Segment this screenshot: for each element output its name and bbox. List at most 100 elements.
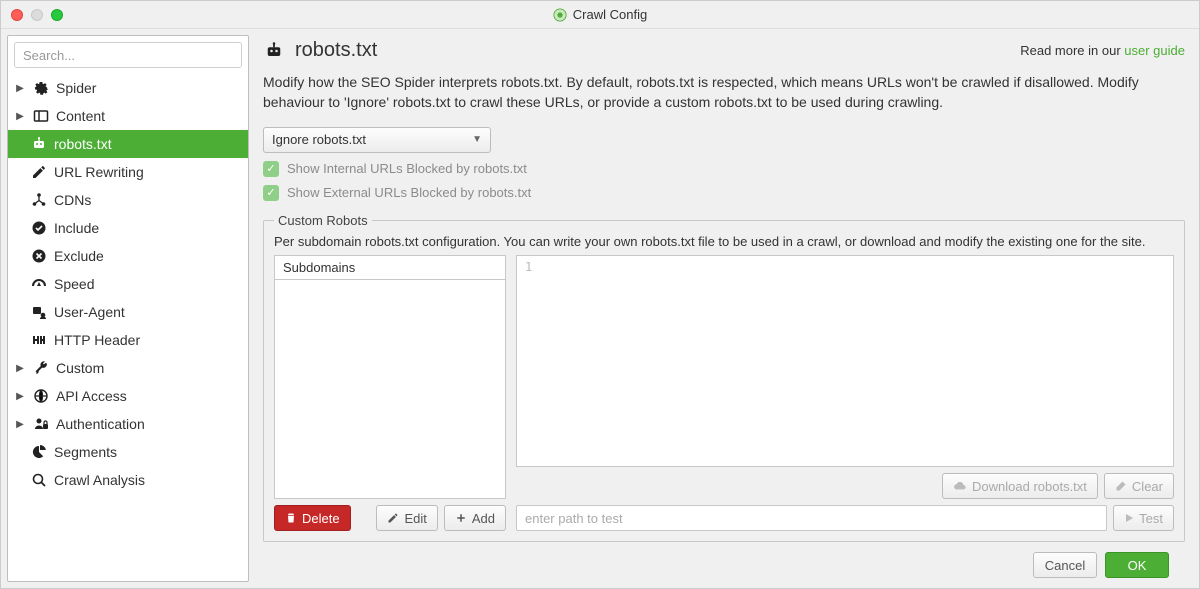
- cloud-download-icon: [953, 480, 967, 492]
- checkbox-label: Show External URLs Blocked by robots.txt: [287, 185, 531, 200]
- test-row: Test: [516, 505, 1174, 531]
- editor-toolbar: Download robots.txt Clear: [516, 473, 1174, 499]
- sidebar-item-content[interactable]: ▶ Content: [8, 102, 248, 130]
- checkbox-checked-icon: ✓: [263, 161, 279, 177]
- chevron-right-icon: ▶: [14, 419, 26, 430]
- subdomains-toolbar: Delete Edit Add: [274, 505, 506, 531]
- chevron-right-icon: ▶: [14, 83, 26, 94]
- check-circle-icon: [30, 219, 48, 237]
- checkbox-checked-icon: ✓: [263, 185, 279, 201]
- gauge-icon: [30, 275, 48, 293]
- footer: Cancel OK: [263, 542, 1185, 588]
- page-description: Modify how the SEO Spider interprets rob…: [263, 72, 1185, 113]
- subdomains-list[interactable]: Subdomains: [274, 255, 506, 499]
- show-external-checkbox-row[interactable]: ✓ Show External URLs Blocked by robots.t…: [263, 185, 1185, 201]
- button-label: OK: [1128, 558, 1147, 573]
- sidebar-item-label: User-Agent: [54, 304, 125, 320]
- sidebar: ▶ Spider ▶ Content robots.txt URL Rewrit…: [7, 35, 249, 582]
- body: ▶ Spider ▶ Content robots.txt URL Rewrit…: [1, 29, 1199, 588]
- play-icon: [1124, 513, 1134, 523]
- add-button[interactable]: Add: [444, 505, 506, 531]
- sidebar-item-label: URL Rewriting: [54, 164, 144, 180]
- page-title-text: robots.txt: [295, 39, 377, 62]
- robots-editor[interactable]: 1: [516, 255, 1174, 467]
- button-label: Add: [472, 511, 495, 526]
- minimize-window-button[interactable]: [31, 9, 43, 21]
- readmore-prefix: Read more in our: [1020, 43, 1124, 58]
- sidebar-item-speed[interactable]: Speed: [8, 270, 248, 298]
- page-header: robots.txt Read more in our user guide: [263, 39, 1185, 62]
- download-robots-button[interactable]: Download robots.txt: [942, 473, 1098, 499]
- chevron-right-icon: ▶: [14, 363, 26, 374]
- sidebar-item-label: Speed: [54, 276, 94, 292]
- traffic-lights: [1, 9, 63, 21]
- search-icon: [30, 471, 48, 489]
- button-label: Test: [1139, 511, 1163, 526]
- sidebar-item-http-header[interactable]: HTTP Header: [8, 326, 248, 354]
- sidebar-item-cdns[interactable]: CDNs: [8, 186, 248, 214]
- window-title: Crawl Config: [1, 7, 1199, 22]
- sidebar-item-label: Segments: [54, 444, 117, 460]
- sidebar-item-spider[interactable]: ▶ Spider: [8, 74, 248, 102]
- app-icon: [553, 8, 567, 22]
- test-button[interactable]: Test: [1113, 505, 1174, 531]
- crawl-config-window: Crawl Config ▶ Spider ▶ Content: [0, 0, 1200, 589]
- sidebar-item-authentication[interactable]: ▶ Authentication: [8, 410, 248, 438]
- editor-line-number: 1: [525, 260, 532, 274]
- sidebar-item-exclude[interactable]: Exclude: [8, 242, 248, 270]
- search-input[interactable]: [14, 42, 242, 68]
- plus-icon: [455, 512, 467, 524]
- sidebar-item-robots[interactable]: robots.txt: [8, 130, 248, 158]
- readmore: Read more in our user guide: [1020, 43, 1185, 58]
- edit-icon: [30, 163, 48, 181]
- clear-button[interactable]: Clear: [1104, 473, 1174, 499]
- fieldset-legend: Custom Robots: [274, 213, 372, 228]
- custom-robots-grid: Subdomains Delete Edit: [274, 255, 1174, 531]
- pie-icon: [30, 443, 48, 461]
- lock-user-icon: [32, 415, 50, 433]
- nav: ▶ Spider ▶ Content robots.txt URL Rewrit…: [8, 74, 248, 581]
- sidebar-item-label: Crawl Analysis: [54, 472, 145, 488]
- delete-button[interactable]: Delete: [274, 505, 351, 531]
- sidebar-item-segments[interactable]: Segments: [8, 438, 248, 466]
- sidebar-item-url-rewriting[interactable]: URL Rewriting: [8, 158, 248, 186]
- trash-icon: [285, 512, 297, 524]
- sidebar-item-api-access[interactable]: ▶ API Access: [8, 382, 248, 410]
- sidebar-item-custom[interactable]: ▶ Custom: [8, 354, 248, 382]
- x-circle-icon: [30, 247, 48, 265]
- edit-button[interactable]: Edit: [376, 505, 437, 531]
- custom-robots-fieldset: Custom Robots Per subdomain robots.txt c…: [263, 213, 1185, 542]
- subdomains-column: Subdomains Delete Edit: [274, 255, 506, 531]
- robots-mode-dropdown[interactable]: Ignore robots.txt ▼: [263, 127, 491, 153]
- custom-robots-desc: Per subdomain robots.txt configuration. …: [274, 234, 1174, 249]
- test-path-input[interactable]: [516, 505, 1107, 531]
- close-window-button[interactable]: [11, 9, 23, 21]
- sidebar-item-label: Include: [54, 220, 99, 236]
- subdomains-header: Subdomains: [275, 256, 505, 280]
- button-label: Delete: [302, 511, 340, 526]
- panel-icon: [32, 107, 50, 125]
- user-guide-link[interactable]: user guide: [1124, 43, 1185, 58]
- ok-button[interactable]: OK: [1105, 552, 1169, 578]
- sidebar-item-label: robots.txt: [54, 136, 112, 152]
- user-agent-icon: [30, 303, 48, 321]
- button-label: Download robots.txt: [972, 479, 1087, 494]
- sidebar-item-include[interactable]: Include: [8, 214, 248, 242]
- sidebar-item-user-agent[interactable]: User-Agent: [8, 298, 248, 326]
- chevron-right-icon: ▶: [14, 391, 26, 402]
- cancel-button[interactable]: Cancel: [1033, 552, 1097, 578]
- maximize-window-button[interactable]: [51, 9, 63, 21]
- main-panel: robots.txt Read more in our user guide M…: [249, 29, 1199, 588]
- sidebar-item-crawl-analysis[interactable]: Crawl Analysis: [8, 466, 248, 494]
- globe-icon: [32, 387, 50, 405]
- sidebar-item-label: Content: [56, 108, 105, 124]
- chevron-down-icon: ▼: [472, 134, 482, 145]
- robot-icon: [263, 40, 285, 62]
- controls: Ignore robots.txt ▼ ✓ Show Internal URLs…: [263, 127, 1185, 201]
- button-label: Cancel: [1045, 558, 1085, 573]
- sidebar-item-label: HTTP Header: [54, 332, 140, 348]
- show-internal-checkbox-row[interactable]: ✓ Show Internal URLs Blocked by robots.t…: [263, 161, 1185, 177]
- checkbox-label: Show Internal URLs Blocked by robots.txt: [287, 161, 527, 176]
- network-icon: [30, 191, 48, 209]
- gear-icon: [32, 79, 50, 97]
